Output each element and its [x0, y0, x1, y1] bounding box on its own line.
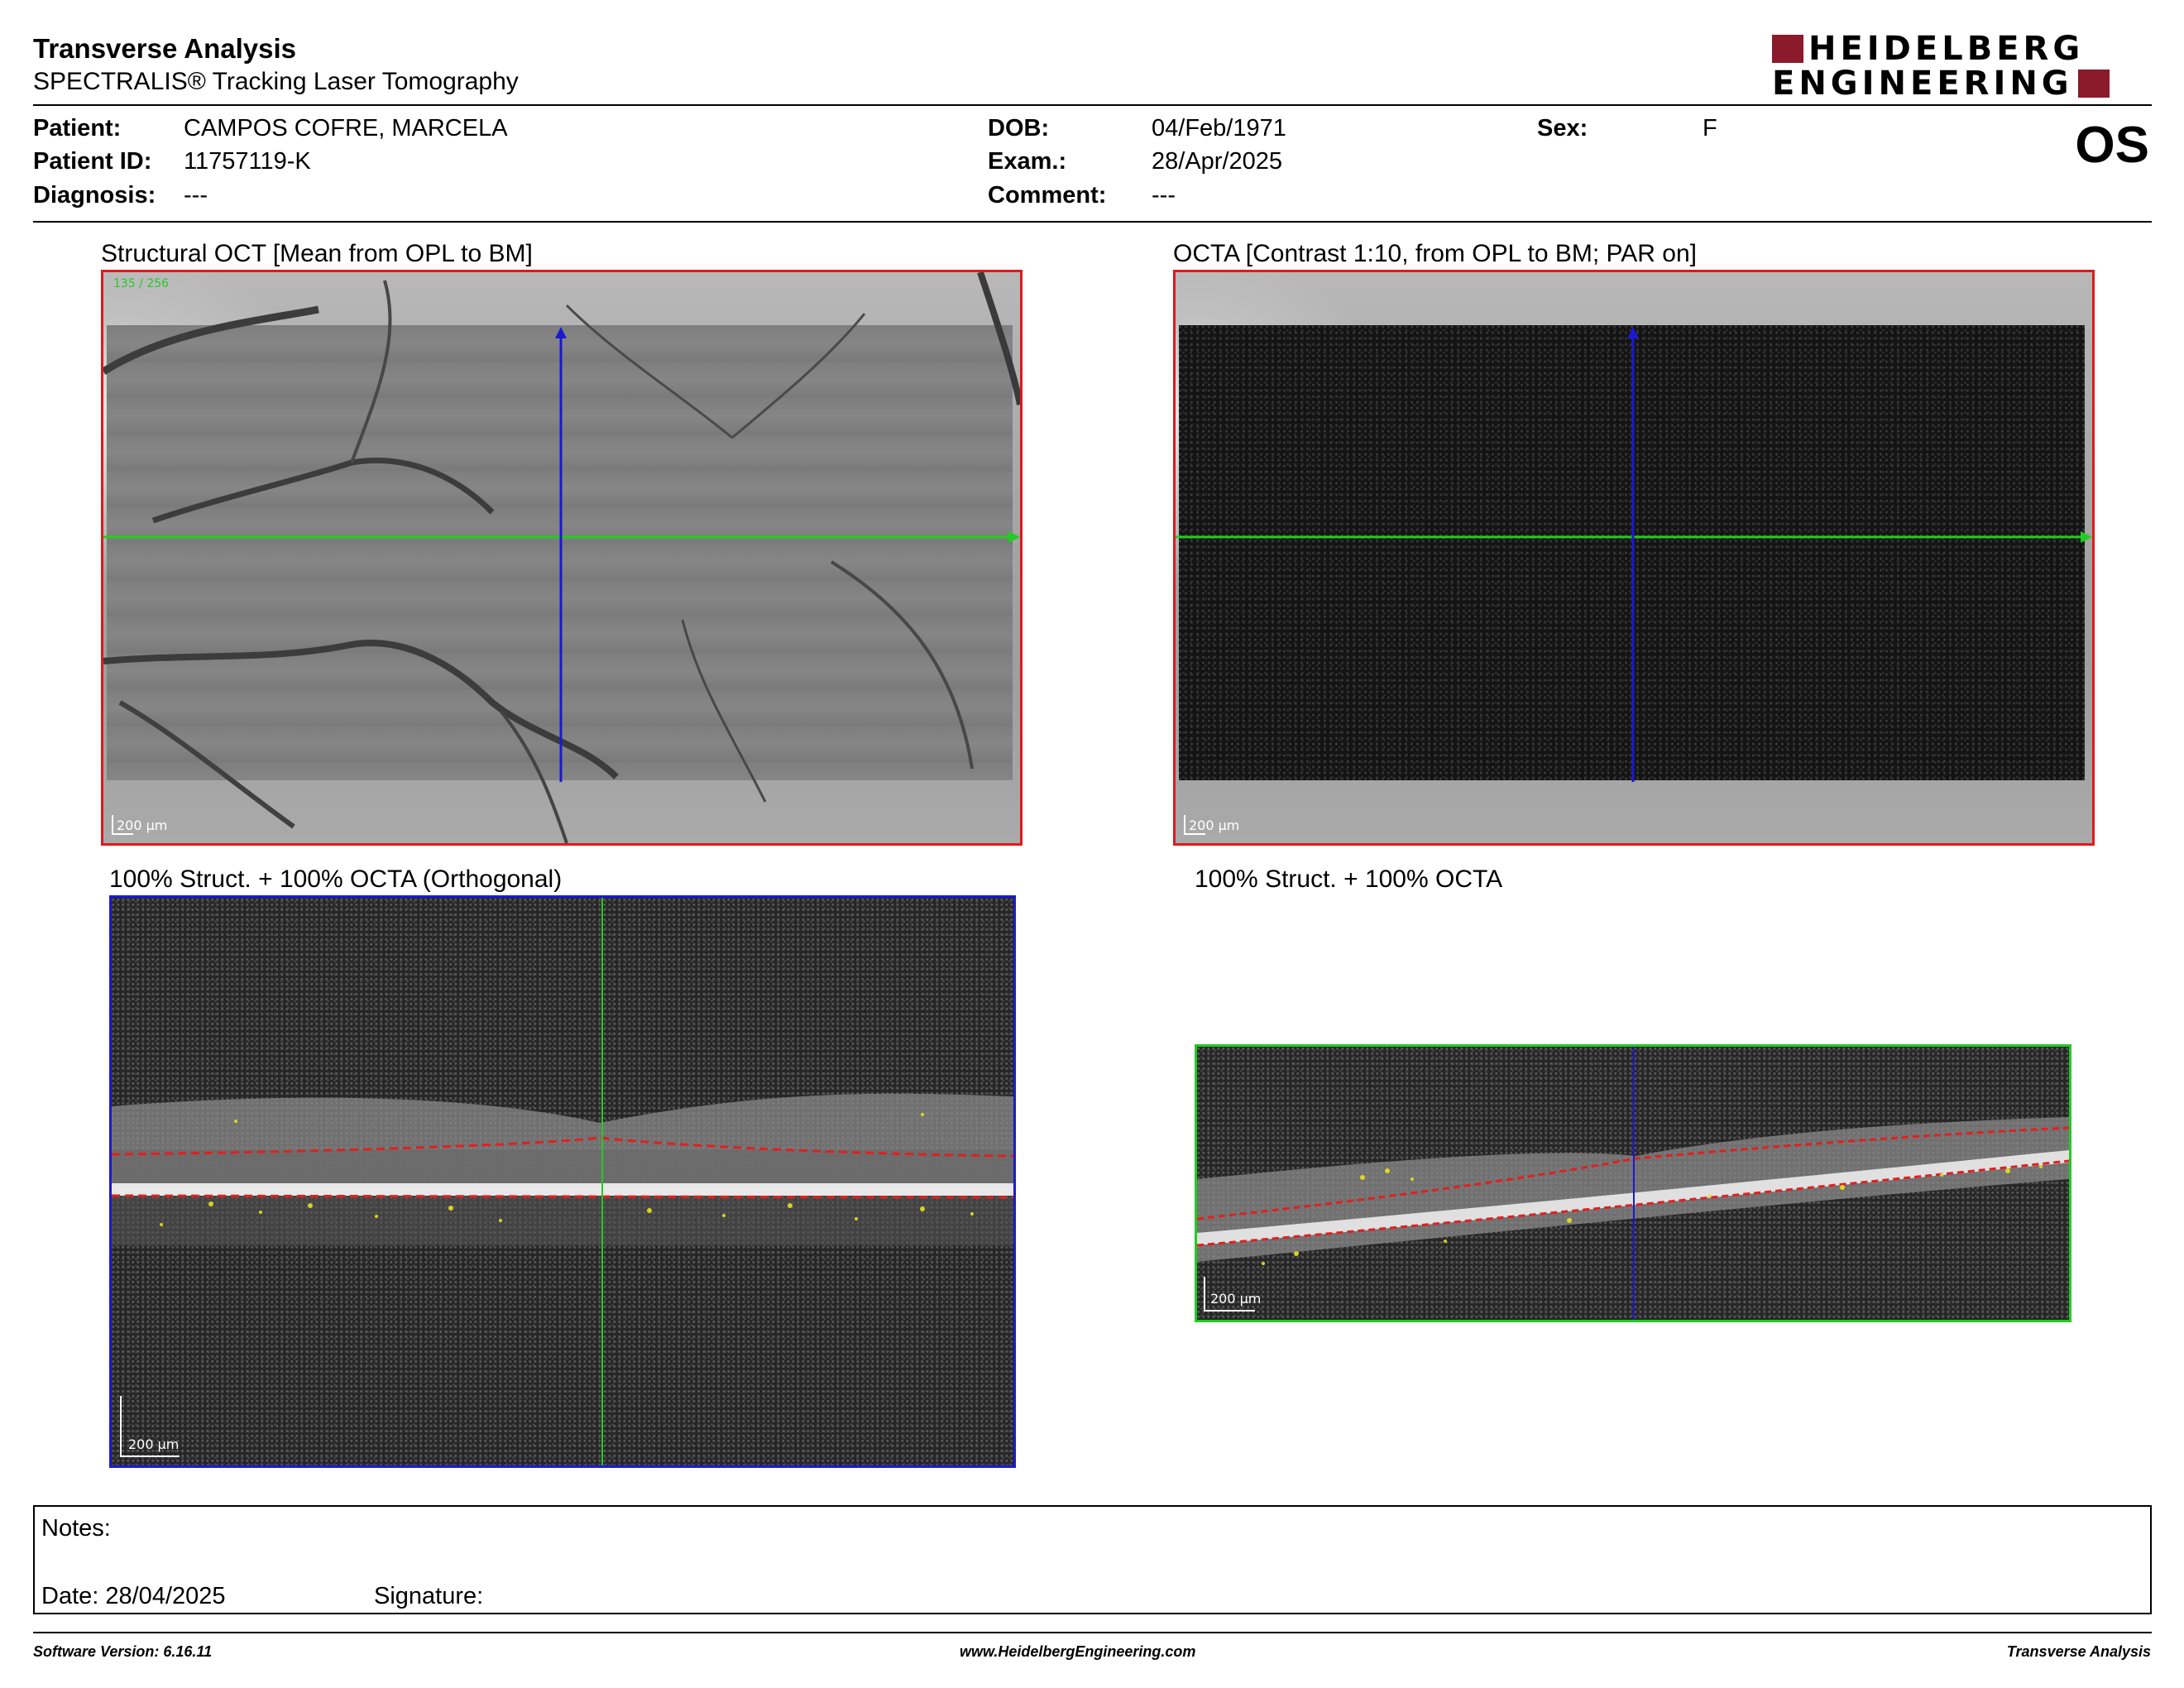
orthogonal-bscan[interactable]: 200 µm [109, 895, 1016, 1468]
crosshair[interactable] [103, 272, 1020, 843]
retina-layers [1197, 1047, 2069, 1320]
combined-bscan[interactable]: 200 µm [1195, 1044, 2071, 1322]
patient-name: CAMPOS COFRE, MARCELA [184, 115, 508, 141]
orthogonal-caption: 100% Struct. + 100% OCTA (Orthogonal) [109, 866, 563, 893]
scale-label: 200 µm [1210, 1291, 1262, 1307]
report-title: Transverse Analysis [33, 33, 296, 64]
heidelberg-logo: HEIDELBERG ENGINEERING [1772, 30, 2153, 103]
patient-divider [33, 221, 2152, 223]
sex-label: Sex: [1537, 115, 1588, 141]
footer-report-name: Transverse Analysis [2006, 1643, 2151, 1660]
exam-value: 28/Apr/2025 [1152, 148, 1283, 175]
diagnosis-label: Diagnosis: [33, 182, 156, 209]
report-subtitle: SPECTRALIS® Tracking Laser Tomography [33, 68, 519, 95]
scale-label: 200 µm [117, 818, 168, 833]
scale-label: 200 µm [1189, 818, 1240, 833]
comment-value: --- [1152, 182, 1176, 209]
logo-line-1: HEIDELBERG [1808, 30, 2085, 68]
sex-value: F [1703, 115, 1717, 141]
website-link[interactable]: www.HeidelbergEngineering.com [960, 1643, 1195, 1661]
patient-id-label: Patient ID: [33, 148, 152, 175]
dob-value: 04/Feb/1971 [1152, 115, 1286, 141]
structural-oct-image[interactable]: 135 / 256 200 µm [101, 270, 1023, 846]
notes-box[interactable]: Notes: Date: 28/04/2025 Signature: [33, 1505, 2152, 1614]
patient-label: Patient: [33, 115, 122, 141]
structural-caption: Structural OCT [Mean from OPL to BM] [101, 240, 533, 267]
dob-label: DOB: [988, 115, 1050, 141]
header-divider [33, 104, 2152, 106]
octa-caption: OCTA [Contrast 1:10, from OPL to BM; PAR… [1173, 240, 1698, 267]
diagnosis-value: --- [184, 182, 208, 209]
patient-id: 11757119-K [184, 148, 311, 175]
retina-layers [112, 898, 1013, 1465]
signature-label: Signature: [374, 1583, 484, 1609]
eye-indicator: OS [2075, 117, 2149, 174]
exam-label: Exam.: [988, 148, 1067, 175]
logo-line-2: ENGINEERING [1772, 65, 2073, 103]
logo-square-icon [2077, 70, 2110, 98]
comment-label: Comment: [988, 182, 1107, 209]
logo-square-icon [1772, 35, 1803, 63]
combined-caption: 100% Struct. + 100% OCTA [1195, 866, 1503, 893]
octa-image[interactable]: 200 µm [1173, 270, 2095, 846]
notes-label: Notes: [41, 1515, 111, 1542]
scale-label: 200 µm [128, 1436, 180, 1452]
octa-crosshair[interactable] [1176, 272, 2092, 843]
date-label: Date: 28/04/2025 [41, 1583, 226, 1609]
footer-divider [33, 1632, 2152, 1633]
software-version: Software Version: 6.16.11 [33, 1643, 213, 1660]
